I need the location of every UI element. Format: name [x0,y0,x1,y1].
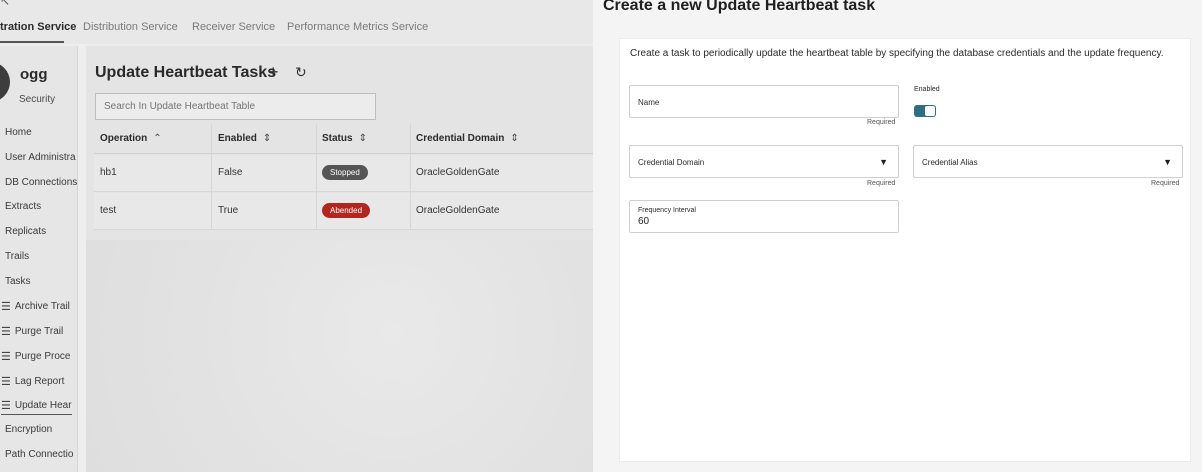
list-icon: ☰ [1,301,11,313]
background-pattern [86,240,596,472]
credential-domain-label: Credential Domain [638,158,705,167]
sidebar-item-label: Home [5,127,32,138]
sidebar-item-label: DB Connections [5,177,78,188]
sidebar-item-label: User Administra [5,152,76,163]
credential-domain-select[interactable]: Credential Domain ▼ [629,145,899,178]
credential-alias-select[interactable]: Credential Alias ▼ [913,145,1183,178]
back-icon[interactable]: ↖ [0,0,10,8]
sort-icon: ⇕ [262,133,272,144]
column-header-status[interactable]: Status ⇕ [322,133,367,144]
user-name: ogg [20,66,48,83]
active-tab-indicator [0,41,64,43]
search-input[interactable] [95,93,376,120]
page-title: Update Heartbeat Tasks [95,64,277,81]
cell-credential-domain: OracleGoldenGate [416,205,500,216]
sort-icon: ⇕ [510,133,519,144]
sidebar-item-replicats[interactable]: Replicats [5,226,46,237]
sidebar-item-label: Archive Trail [14,301,70,312]
dialog-panel: Create a task to periodically update the… [619,38,1191,462]
table-row[interactable]: hb1 False Stopped OracleGoldenGate [94,155,604,192]
tab-performance-metrics-service[interactable]: Performance Metrics Service [287,21,428,33]
sidebar-item-label: Lag Report [14,376,65,387]
sidebar-item-tasks[interactable]: Tasks [5,276,31,287]
tab-administration-service[interactable]: tration Service [0,21,76,33]
list-icon: ☰ [1,351,11,363]
column-header-enabled[interactable]: Enabled ⇕ [218,133,271,144]
list-icon: ☰ [1,376,11,388]
sidebar-item-label: Trails [5,251,30,262]
sidebar-item-extracts[interactable]: Extracts [5,201,41,212]
column-header-operation[interactable]: Operation ⌃ [100,133,162,144]
column-divider [410,124,411,230]
sidebar-item-purge-trail[interactable]: ☰ Purge Trail [1,325,63,338]
status-badge: Stopped [322,165,368,180]
credential-domain-required-hint: Required [867,180,896,187]
credential-alias-label: Credential Alias [922,158,978,167]
name-label: Name [638,98,660,107]
status-badge: Abended [322,203,371,218]
sidebar-item-user-administration[interactable]: User Administra [5,152,76,163]
cell-credential-domain: OracleGoldenGate [416,167,500,178]
column-divider [316,124,317,230]
sidebar-item-archive-trail[interactable]: ☰ Archive Trail [1,300,70,313]
enabled-toggle[interactable] [914,105,936,117]
sidebar: ogg Security Home User Administra DB Con… [0,46,78,472]
sidebar-item-update-heartbeat[interactable]: ☰ Update Hear [1,399,72,415]
sidebar-item-label: Update Hear [14,400,72,411]
cell-operation: test [100,205,117,216]
table-header: Operation ⌃ Enabled ⇕ Status ⇕ Credential D… [94,124,604,154]
name-required-hint: Required [867,119,896,126]
sidebar-item-label: Tasks [5,276,31,287]
column-divider [211,124,212,230]
sidebar-item-encryption[interactable]: Encryption [5,424,52,435]
create-heartbeat-dialog: Create a new Update Heartbeat task Creat… [593,0,1202,472]
chevron-down-icon: ▼ [879,157,888,167]
dialog-description: Create a task to periodically update the… [630,48,1164,59]
sidebar-item-trails[interactable]: Trails [5,251,29,262]
sidebar-item-path-connections[interactable]: Path Connectio [5,449,73,460]
list-icon: ☰ [1,326,11,338]
name-field[interactable]: Name [629,85,899,118]
sidebar-item-db-connections[interactable]: DB Connections [5,177,77,188]
chevron-down-icon: ▼ [1163,157,1172,167]
sidebar-item-label: Purge Trail [14,326,64,337]
sidebar-item-home[interactable]: Home [5,127,32,138]
sidebar-item-label: Encryption [5,424,53,435]
frequency-interval-field[interactable]: Frequency Interval 60 [629,200,899,233]
frequency-interval-label: Frequency Interval [638,207,696,214]
cell-operation: hb1 [100,167,117,178]
column-header-credential-domain[interactable]: Credential Domain ⇕ [416,133,519,144]
enabled-label: Enabled [914,86,940,93]
sidebar-item-label: Extracts [5,201,42,212]
credential-alias-required-hint: Required [1151,180,1180,187]
tab-receiver-service[interactable]: Receiver Service [192,21,275,33]
sidebar-item-label: Path Connectio [5,449,74,460]
sidebar-item-purge-process[interactable]: ☰ Purge Proce [1,350,70,363]
add-icon[interactable]: + [268,62,279,83]
sort-ascending-icon: ⌃ [153,133,162,144]
cell-enabled: True [218,205,239,216]
refresh-icon[interactable]: ↻ [295,64,307,81]
user-role: Security [19,94,56,105]
sort-icon: ⇕ [358,133,367,144]
table-row[interactable]: test True Abended OracleGoldenGate [94,193,604,230]
tab-distribution-service[interactable]: Distribution Service [83,21,178,33]
sidebar-item-label: Replicats [5,226,47,237]
dialog-title: Create a new Update Heartbeat task [603,0,876,14]
sidebar-item-lag-report[interactable]: ☰ Lag Report [1,375,64,388]
avatar [0,62,10,102]
frequency-interval-value: 60 [638,216,650,227]
cell-enabled: False [218,167,243,178]
sidebar-item-label: Purge Proce [14,351,71,362]
list-icon: ☰ [1,400,11,412]
toggle-knob [925,106,935,116]
